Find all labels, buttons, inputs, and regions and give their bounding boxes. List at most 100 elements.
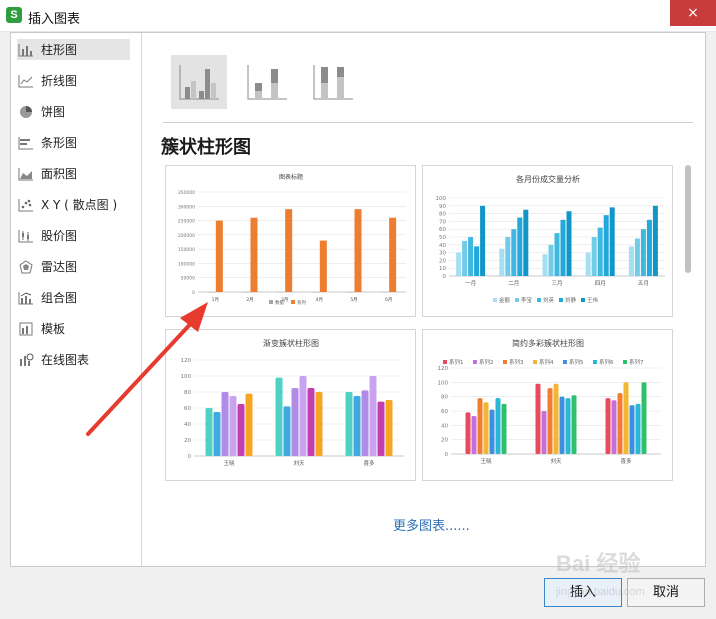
bar — [221, 392, 229, 456]
bar — [635, 403, 641, 454]
sidebar-item-label: 柱形图 — [41, 43, 78, 57]
bar — [275, 377, 283, 456]
y-tick-label: 100 — [438, 380, 449, 386]
bar — [474, 246, 480, 276]
y-tick-label: 350000 — [178, 190, 195, 196]
y-tick-label: 120 — [181, 358, 192, 364]
bar — [315, 392, 323, 456]
legend-label: 系列 — [297, 299, 306, 306]
subtype-percent-stacked-column[interactable] — [305, 55, 361, 109]
more-charts-link[interactable]: 更多图表...... — [393, 515, 470, 534]
y-tick-label: 60 — [441, 409, 448, 415]
x-tick-label: 2月 — [246, 297, 253, 303]
bar — [462, 240, 468, 276]
chart-preview-basic[interactable]: 图表标题 0 50000 100000 150000 200000 250000 300000… — [165, 165, 416, 317]
bar — [542, 254, 548, 276]
bar — [489, 409, 495, 454]
close-button[interactable]: × — [670, 0, 716, 26]
bar — [354, 209, 362, 292]
legend-label: 刘静 — [565, 296, 577, 304]
y-tick-label: 80 — [441, 395, 448, 401]
bar — [609, 207, 615, 276]
chart-preview-gallery: 图表标题 0 50000 100000 150000 200000 250000 300000… — [165, 165, 683, 493]
y-tick-label: 20 — [439, 258, 446, 264]
sidebar-item-line[interactable]: 折线图 — [17, 70, 130, 91]
x-tick-label: 1月 — [212, 297, 219, 303]
window-title: 插入图表 — [28, 12, 81, 27]
sidebar-item-radar[interactable]: 雷达图 — [17, 256, 130, 277]
sidebar-item-column[interactable]: 柱形图 — [17, 39, 130, 60]
legend-label: 系列3 — [509, 358, 524, 366]
line-chart-icon — [17, 73, 35, 89]
chart-title: 渐变簇状柱形图 — [263, 338, 319, 348]
x-tick-label: 4月 — [316, 297, 323, 303]
legend-label: 金额 — [499, 296, 511, 304]
sidebar-item-pie[interactable]: 饼图 — [17, 101, 130, 122]
y-tick-label: 50 — [439, 235, 446, 241]
legend-swatch — [593, 360, 597, 364]
subtype-clustered-column[interactable] — [171, 55, 227, 109]
bar — [634, 238, 640, 276]
bar — [535, 383, 541, 454]
sidebar-item-bar[interactable]: 条形图 — [17, 132, 130, 153]
legend-swatch — [623, 360, 627, 364]
bar — [283, 406, 291, 456]
legend-swatch — [493, 298, 497, 302]
bar — [215, 220, 223, 292]
bar — [565, 398, 571, 454]
bar — [499, 248, 505, 276]
sidebar-item-combo[interactable]: 组合图 — [17, 287, 130, 308]
chart-title: 简约多彩簇状柱形图 — [512, 338, 584, 348]
bar — [465, 412, 471, 454]
legend-swatch — [443, 360, 447, 364]
sidebar-item-area[interactable]: 面积图 — [17, 163, 130, 184]
chart-svg: 简约多彩簇状柱形图 0 20 40 60 80 100 120 王晓 刘天 喜多 系列1 系列2 系列3 系… — [438, 338, 661, 465]
gallery-scrollbar[interactable] — [685, 165, 693, 493]
bar — [377, 401, 385, 456]
chart-preview-gradient[interactable]: 渐变簇状柱形图 0 20 40 60 80 100 120 王晓 刘天 喜多 — [165, 329, 416, 481]
sidebar-item-label: 条形图 — [41, 136, 78, 150]
chart-svg: 渐变簇状柱形图 0 20 40 60 80 100 120 王晓 刘天 喜多 — [181, 338, 404, 467]
bar — [245, 393, 253, 456]
bar — [369, 376, 377, 456]
watermark-url: jingyan.baidu.com — [555, 586, 645, 598]
y-tick-label: 40 — [439, 243, 446, 249]
y-tick-label: 70 — [439, 219, 446, 225]
x-tick-label: 五月 — [638, 280, 649, 287]
sidebar-item-label: 在线图表 — [41, 353, 90, 367]
bar — [477, 398, 483, 454]
x-tick-label: 刘天 — [293, 459, 305, 467]
y-tick-label: 10 — [439, 266, 446, 272]
bar — [389, 217, 397, 292]
stock-chart-icon — [17, 228, 35, 244]
legend-swatch — [269, 300, 273, 304]
chart-preview-monthly-volume[interactable]: 各月份成交量分析 0 10 20 30 40 50 60 70 80 90 100 一月 二月 三月 四月 五月… — [422, 165, 673, 317]
column-chart-icon — [17, 42, 35, 58]
title-bar: S 插入图表 × — [0, 0, 716, 32]
percent-stacked-column-icon — [313, 65, 353, 100]
bar — [353, 396, 361, 456]
bar — [523, 209, 529, 276]
y-tick-label: 40 — [184, 422, 191, 428]
template-icon — [17, 321, 35, 337]
legend-swatch — [563, 360, 567, 364]
x-tick-label: 喜多 — [363, 459, 375, 467]
subtype-stacked-column[interactable] — [239, 55, 295, 109]
sidebar-item-online[interactable]: 在线图表 — [17, 349, 130, 370]
bar-chart-icon — [17, 135, 35, 151]
y-tick-label: 80 — [439, 212, 446, 218]
bar — [456, 252, 462, 276]
scroll-thumb[interactable] — [685, 165, 691, 273]
sidebar-item-label: 模板 — [41, 322, 66, 336]
sidebar-item-stock[interactable]: 股价图 — [17, 225, 130, 246]
legend-label: 数据 — [275, 299, 284, 306]
bar — [603, 215, 609, 276]
chart-gallery-panel: 簇状柱形图 图表标题 0 50000 100000 150000 200000 250000… — [143, 33, 705, 566]
bar — [554, 233, 560, 276]
sidebar-item-template[interactable]: 模板 — [17, 318, 130, 339]
sidebar-item-scatter[interactable]: X Y ( 散点图 ) — [17, 194, 130, 215]
y-tick-label: 300000 — [178, 204, 195, 210]
chart-preview-colorful[interactable]: 简约多彩簇状柱形图 0 20 40 60 80 100 120 王晓 刘天 喜多 系列1 系列2 系列3 系… — [422, 329, 673, 481]
y-tick-label: 0 — [188, 454, 192, 460]
legend-label: 王伟 — [587, 296, 599, 304]
